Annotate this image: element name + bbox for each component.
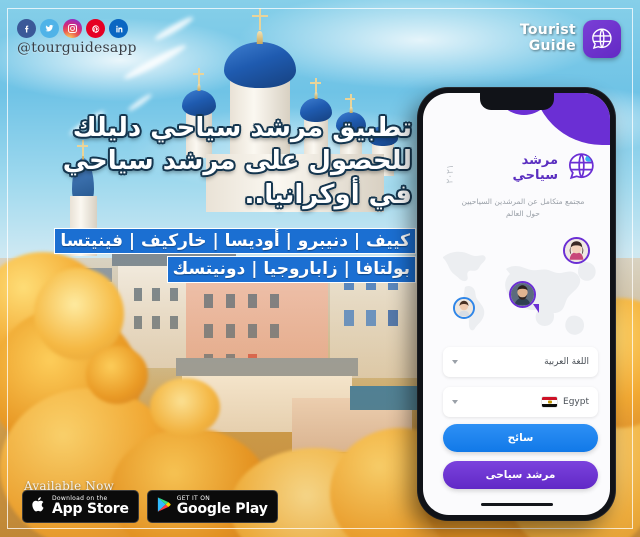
brand-text: Tourist Guide <box>519 22 576 54</box>
chevron-down-icon <box>452 360 458 364</box>
guide-avatar-asia[interactable] <box>563 237 590 264</box>
app-subtitle-line-1: مجتمع متكامل عن المرشدين السياحيين <box>461 197 585 206</box>
facebook-icon[interactable] <box>17 19 36 38</box>
google-play-icon <box>156 496 171 517</box>
social-icon-row <box>17 19 137 38</box>
city-list-line-2: بولتافا | زاباروجيا | دونيتسك <box>166 256 416 283</box>
google-play-text: GET IT ON Google Play <box>176 495 268 518</box>
guide-avatar-middle-east[interactable] <box>509 281 536 308</box>
app-header: مرشد سياحي <box>513 150 599 187</box>
linkedin-icon[interactable] <box>109 19 128 38</box>
chevron-down-icon <box>452 400 458 404</box>
app-screen: ٢٠٢١ مرشد سياحي مجتمع متكامل عن المرشدين… <box>423 93 610 515</box>
page-title: تطبيق مرشد سياحي دليلك للحصول على مرشد س… <box>62 112 412 212</box>
social-handle[interactable]: @tourguidesapp <box>17 40 137 56</box>
egypt-flag-icon <box>542 397 558 407</box>
home-indicator <box>480 502 553 506</box>
country-select-value: Egypt <box>563 397 589 407</box>
google-play-big-label: Google Play <box>176 501 268 518</box>
app-subtitle-line-2: حول العالم <box>506 208 540 218</box>
language-select[interactable]: اللغة العربية <box>443 347 598 377</box>
phone-mockup: ٢٠٢١ مرشد سياحي مجتمع متكامل عن المرشدين… <box>418 88 615 520</box>
pinterest-icon[interactable] <box>86 19 105 38</box>
app-title-line-2: سياحي <box>512 167 559 183</box>
select-group: اللغة العربية Egypt <box>443 347 598 427</box>
app-title: مرشد سياحي <box>512 152 559 184</box>
app-store-big-label: App Store <box>52 501 129 518</box>
brand-line-1: Tourist <box>519 22 576 39</box>
main-dome <box>224 42 296 88</box>
app-title-line-1: مرشد <box>521 152 558 168</box>
instagram-icon[interactable] <box>63 19 82 38</box>
brand-lockup: Tourist Guide <box>520 20 621 58</box>
social-bar: @tourguidesapp <box>17 19 137 56</box>
city-list-line-1: كييف | دنيبرو | أوديسا | خاركيف | فينيتس… <box>54 228 416 255</box>
globe-chat-icon <box>565 150 598 187</box>
twitter-icon[interactable] <box>40 19 59 38</box>
app-store-button[interactable]: Download on the App Store <box>22 490 139 523</box>
tour-guide-button-label: مرشد سياحى <box>485 469 556 481</box>
headline-line-2: للحصول على مرشد سياحي <box>62 146 412 177</box>
world-map <box>429 233 610 353</box>
tour-guide-button[interactable]: مرشد سياحى <box>443 461 598 489</box>
store-badges: Download on the App Store GET IT ON Goog… <box>22 490 278 523</box>
globe-chat-icon <box>583 20 621 58</box>
tourist-button-label: سائح <box>507 432 534 444</box>
chat-pointer <box>533 304 539 313</box>
app-store-text: Download on the App Store <box>52 495 129 518</box>
phone-notch <box>479 93 554 110</box>
corner-mark: ٢٠٢١ <box>445 164 457 184</box>
app-subtitle: مجتمع متكامل عن المرشدين السياحيين حول ا… <box>448 196 598 219</box>
headline-line-1: تطبيق مرشد سياحي دليلك <box>72 113 412 143</box>
brand-line-2: Guide <box>528 38 576 54</box>
country-select[interactable]: Egypt <box>443 387 598 417</box>
headline-line-3: في أوكرانيا.. <box>244 179 412 210</box>
promo-poster: @tourguidesapp Tourist Guide تطبيق مرشد … <box>0 0 640 537</box>
apple-icon <box>31 496 46 517</box>
guide-avatar-americas[interactable] <box>453 297 475 319</box>
country-select-value-wrap: Egypt <box>542 397 589 407</box>
language-select-value-wrap: اللغة العربية <box>544 357 589 367</box>
city-list: كييف | دنيبرو | أوديسا | خاركيف | فينيتس… <box>54 228 416 285</box>
language-select-value: اللغة العربية <box>544 357 589 367</box>
google-play-button[interactable]: GET IT ON Google Play <box>146 490 278 523</box>
tourist-button[interactable]: سائح <box>443 424 598 452</box>
cta-group: سائح مرشد سياحى <box>443 424 598 498</box>
